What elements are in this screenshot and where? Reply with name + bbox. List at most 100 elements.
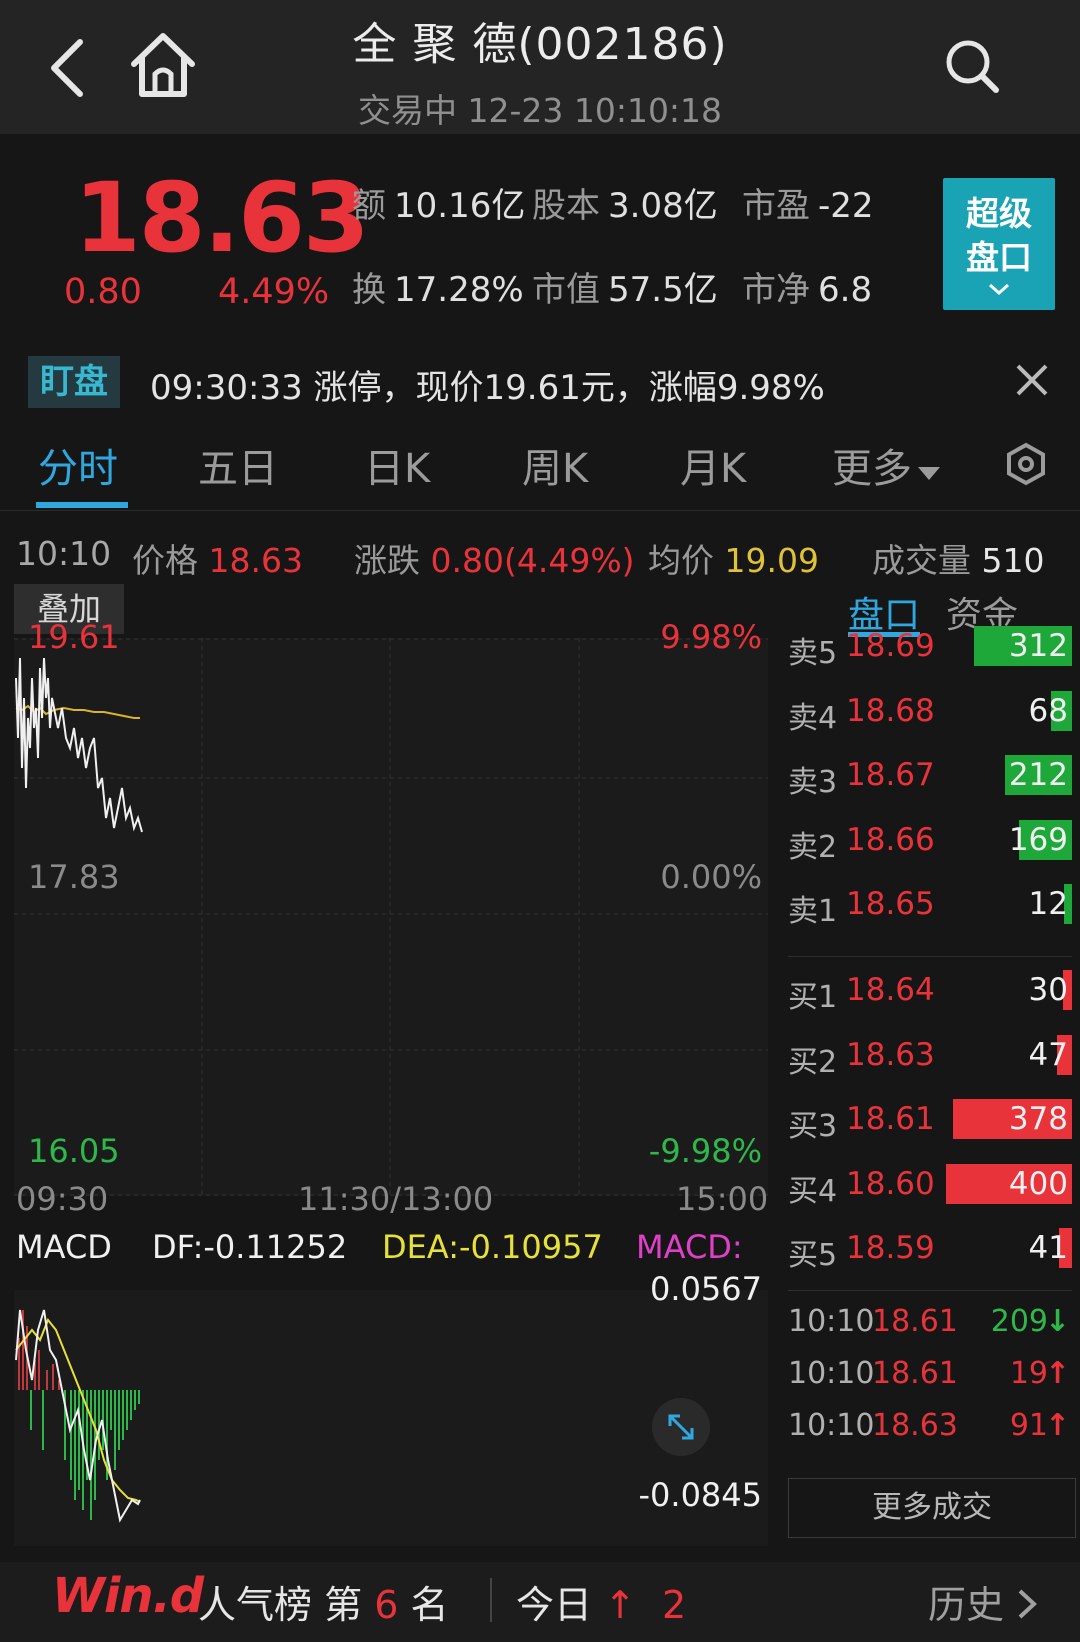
bid-level-label: 买2 [788,1044,838,1080]
ask-level-label: 卖4 [788,700,838,736]
ask-level-label: 卖1 [788,894,838,929]
today-change: 今日 ↑ 2 [516,1583,687,1627]
trading-status: 交易中 12-23 10:10:18 [0,84,1080,132]
trade-volume: 209 [990,1304,1048,1339]
trade-time: 10:10 [788,1356,875,1391]
ask-price: 18.65 [846,886,935,922]
alert-message[interactable]: 09:30:33 涨停，现价19.61元，涨幅9.98% [150,360,825,409]
footer-divider [490,1578,492,1622]
tab-intraday[interactable]: 分时 [38,436,118,494]
ask-volume: 169 [1008,821,1068,858]
history-link[interactable]: 历史 [928,1574,1038,1629]
bid-volume: 41 [1028,1230,1068,1266]
ask-price: 18.66 [846,821,935,858]
top-navigation-bar: 全 聚 德(002186) 交易中 12-23 10:10:18 [0,0,1080,134]
chevron-down-icon [989,283,1009,296]
bid-price: 18.60 [846,1165,935,1202]
tab-weekly-k[interactable]: 周K [522,436,588,494]
bid-price: 18.59 [846,1230,935,1266]
current-price: 18.63 [74,162,370,274]
tab-monthly-k[interactable]: 月K [680,436,746,494]
price-axis-mid: 17.83 [28,858,120,896]
bid-volume: 378 [1008,1101,1068,1137]
trades-divider [788,1290,1072,1291]
tab-more[interactable]: 更多 [832,436,942,494]
stat-pe: 市盈 -22 [742,186,874,226]
price-change: 0.80 [64,272,142,312]
dropdown-triangle-icon [918,467,940,480]
bid-level-label: 买4 [788,1173,838,1209]
bid-level-label: 买3 [788,1109,838,1144]
search-icon[interactable] [944,38,1000,94]
bid-level-label: 买1 [788,980,838,1015]
intraday-chart[interactable] [14,638,768,1196]
pct-axis-low: -9.98% [648,1132,762,1170]
ask-level-label: 卖2 [788,829,838,865]
macd-axis-max: 0.0567 [650,1270,762,1308]
super-orderbook-button[interactable]: 超级 盘口 [943,178,1055,310]
tab-more-label: 更多 [832,446,912,492]
time-axis-mid: 11:30/13:00 [298,1180,494,1218]
stat-market-cap: 市值 57.5亿 [532,270,718,310]
time-axis-start: 09:30 [16,1180,109,1218]
macd-axis-min: -0.0845 [638,1476,762,1514]
ask-volume: 312 [1008,628,1068,664]
chart-background [14,638,768,1196]
ask-price: 18.67 [846,757,935,793]
close-icon[interactable] [1012,360,1052,400]
active-tab-indicator [36,502,128,508]
status-text: 交易中 [357,91,457,130]
trade-price: 18.63 [872,1408,958,1443]
bid-price: 18.63 [846,1036,935,1073]
ask-level-label: 卖3 [788,765,838,800]
ask-volume: 12 [1028,886,1068,922]
wind-logo: Win.d [52,1568,204,1624]
stock-title: 全 聚 德(002186) [352,19,728,70]
more-trades-button[interactable]: 更多成交 [788,1478,1076,1538]
super-button-line1: 超级 [966,194,1032,233]
bid-price: 18.61 [846,1101,935,1137]
ask-price: 18.68 [846,692,935,729]
trade-volume: 19 [1009,1356,1048,1391]
expand-icon [668,1414,694,1440]
popularity-bar[interactable]: Win.d 人气榜 第 6 名 今日 ↑ 2 历史 [0,1562,1080,1642]
macd-title: MACD [16,1228,112,1266]
info-time: 10:10 [16,534,112,573]
trade-price: 18.61 [872,1304,958,1339]
pct-axis-high: 9.98% [660,618,762,656]
price-change-pct: 4.49% [218,272,330,312]
price-axis-high: 19.61 [28,618,120,656]
info-average: 均价 19.09 [648,541,819,580]
trade-time: 10:10 [788,1408,875,1443]
ask-volume: 212 [1008,757,1068,793]
stat-share-capital: 股本 3.08亿 [532,186,718,226]
tab-daily-k[interactable]: 日K [364,436,430,494]
super-button-line2: 盘口 [966,238,1032,277]
trade-price: 18.61 [872,1356,958,1391]
watch-tag[interactable]: 盯盘 [28,356,120,408]
price-axis-low: 16.05 [28,1132,120,1170]
divider [0,510,1080,511]
stat-pb: 市净 6.8 [742,270,873,310]
trade-direction-icon: ↑ [1044,1356,1070,1391]
chevron-right-icon [1018,1589,1038,1619]
ask-price: 18.69 [846,628,935,664]
bid-volume: 47 [1028,1036,1068,1073]
bid-level-label: 买5 [788,1238,838,1273]
trade-direction-icon: ↓ [1044,1304,1070,1339]
popularity-rank: 人气榜 第 6 名 [198,1583,449,1627]
trade-volume: 91 [1009,1408,1048,1443]
trade-time: 10:10 [788,1304,875,1339]
stat-turnover: 换 17.28% [352,270,524,310]
fullscreen-button[interactable] [652,1398,710,1456]
bid-volume: 400 [1008,1165,1068,1202]
info-change: 涨跌 0.80(4.49%) [354,541,635,580]
pct-axis-mid: 0.00% [660,858,762,896]
stat-amount: 额 10.16亿 [352,186,526,226]
info-price: 价格 18.63 [132,541,303,580]
ask-volume: 68 [1028,692,1068,729]
tab-five-day[interactable]: 五日 [198,436,278,494]
macd-value: MACD: [636,1228,743,1266]
settings-icon[interactable] [1004,442,1048,486]
trade-direction-icon: ↑ [1044,1408,1070,1443]
